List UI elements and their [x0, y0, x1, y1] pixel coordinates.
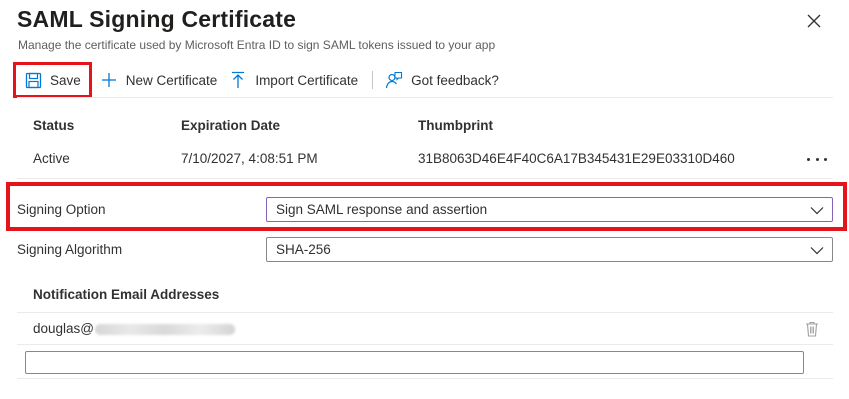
cert-expiration: 7/10/2027, 4:08:51 PM: [181, 151, 318, 166]
new-email-row: [17, 345, 833, 379]
table-row: Active 7/10/2027, 4:08:51 PM 31B8063D46E…: [17, 142, 833, 179]
plus-icon: [100, 71, 118, 89]
import-certificate-label: Import Certificate: [255, 72, 359, 88]
cert-status: Active: [33, 151, 70, 166]
new-certificate-button[interactable]: New Certificate: [94, 64, 224, 96]
notification-email-list: douglas@: [17, 312, 833, 379]
signing-algorithm-value: SHA-256: [276, 242, 331, 257]
signing-option-highlight: [6, 182, 847, 231]
notification-email: douglas@: [33, 321, 235, 336]
new-email-input[interactable]: [25, 351, 804, 374]
import-certificate-button[interactable]: Import Certificate: [223, 64, 364, 96]
panel-subtitle: Manage the certificate used by Microsoft…: [18, 38, 496, 52]
signing-algorithm-row: Signing Algorithm SHA-256: [17, 235, 833, 265]
toolbar: Save New Certificate Import Certificate …: [13, 62, 505, 98]
new-certificate-label: New Certificate: [125, 72, 218, 88]
toolbar-divider-line: [17, 97, 833, 98]
column-header-status: Status: [33, 118, 75, 133]
table-header: Status Expiration Date Thumbprint: [17, 108, 833, 142]
signing-algorithm-dropdown[interactable]: SHA-256: [266, 237, 833, 262]
save-icon: [24, 71, 42, 89]
feedback-label: Got feedback?: [411, 72, 499, 88]
list-item: douglas@: [17, 312, 833, 345]
trash-icon[interactable]: [805, 321, 819, 337]
cert-thumbprint: 31B8063D46E4F40C6A17B345431E29E03310D460: [418, 151, 735, 166]
notification-title: Notification Email Addresses: [33, 287, 220, 302]
more-options-icon[interactable]: [807, 151, 827, 167]
upload-arrow-icon: [229, 71, 247, 89]
toolbar-divider: [372, 71, 374, 89]
panel-title: SAML Signing Certificate: [17, 6, 297, 32]
close-icon[interactable]: [805, 12, 823, 30]
email-local-part: douglas@: [33, 321, 94, 336]
column-header-thumbprint: Thumbprint: [418, 118, 493, 133]
chevron-down-icon: [810, 244, 824, 256]
column-header-expiration: Expiration Date: [181, 118, 281, 133]
feedback-person-icon: [385, 71, 403, 89]
save-label: Save: [50, 72, 81, 88]
redacted-domain: [95, 323, 235, 335]
save-button[interactable]: Save: [13, 62, 92, 98]
feedback-button[interactable]: Got feedback?: [379, 64, 505, 96]
signing-algorithm-label: Signing Algorithm: [17, 242, 123, 257]
certificate-table: Status Expiration Date Thumbprint Active…: [17, 108, 833, 179]
